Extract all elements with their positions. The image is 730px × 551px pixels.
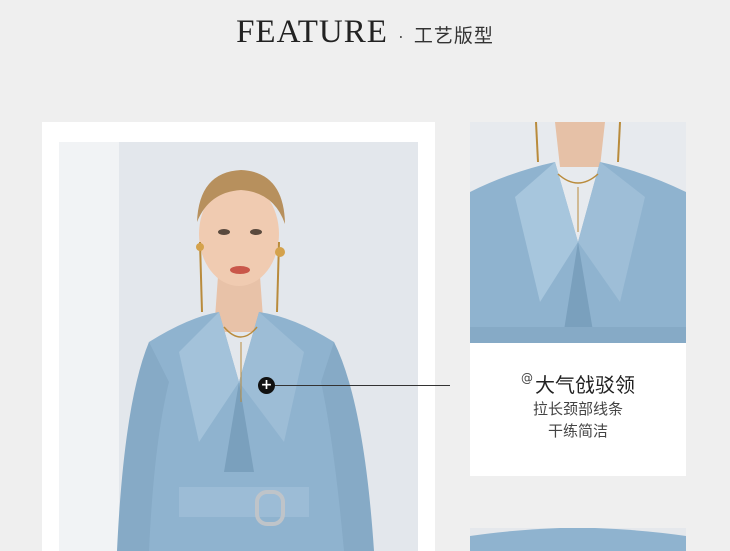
detail-line-1: 拉长颈部线条 <box>532 400 623 418</box>
next-detail-photo <box>470 528 686 551</box>
detail-line-2: 干练简洁 <box>547 422 608 440</box>
at-symbol: @ <box>521 371 533 385</box>
section-subtitle: 工艺版型 <box>413 25 494 47</box>
detail-caption-card: @ 大气戗驳领 拉长颈部线条 干练简洁 <box>470 343 686 476</box>
next-detail-illustration <box>470 528 686 551</box>
detail-title-row: @ 大气戗驳领 <box>470 369 686 398</box>
model-photo <box>59 142 418 551</box>
collar-detail-photo <box>470 122 686 343</box>
plus-icon[interactable]: + <box>258 377 275 394</box>
title-separator: · <box>397 26 404 46</box>
model-illustration <box>59 142 418 551</box>
section-header: FEATURE · 工艺版型 <box>0 14 730 58</box>
detail-title: 大气戗驳领 <box>535 373 635 397</box>
main-photo-card <box>42 122 435 551</box>
collar-illustration <box>470 122 686 343</box>
hotspot-pointer-line <box>274 385 450 386</box>
section-title: FEATURE <box>236 14 388 50</box>
